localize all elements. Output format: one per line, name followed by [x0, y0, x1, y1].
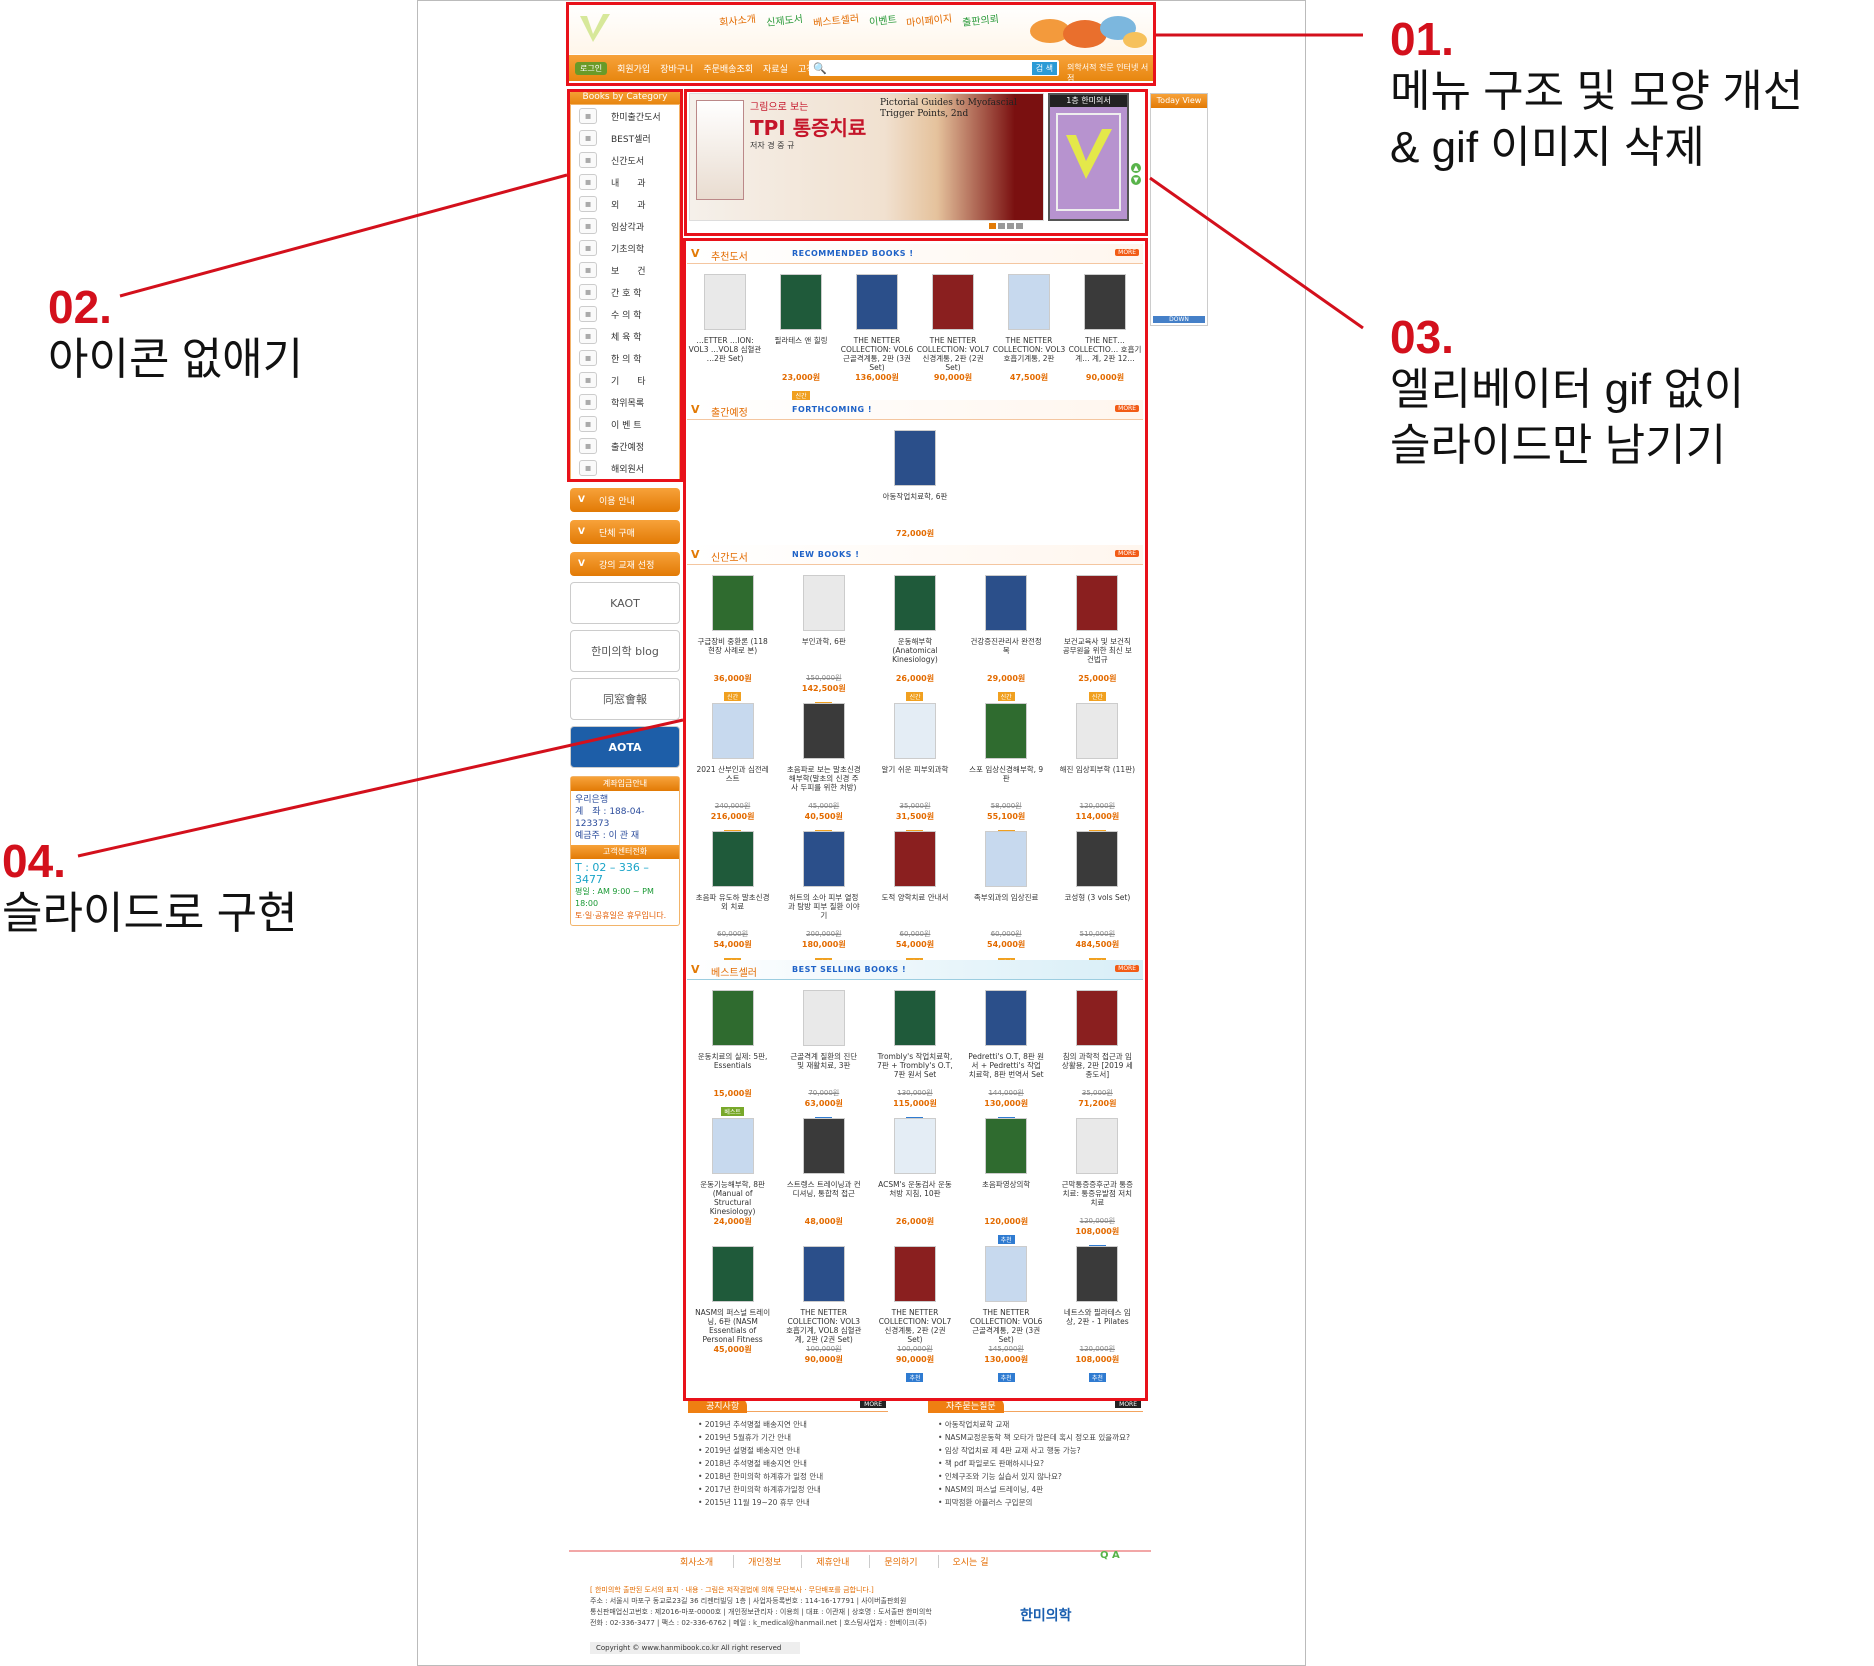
annotation-text: 엘리베이터 gif 없이	[1390, 365, 1745, 414]
annotation-text: 메뉴 구조 및 모양 개선	[1390, 67, 1804, 116]
annotation-02: 02. 아이콘 없애기	[48, 282, 303, 388]
annotation-number: 03.	[1390, 311, 1454, 363]
annotation-text: 슬라이드만 남기기	[1390, 421, 1727, 470]
annotation-text: 슬라이드로 구현	[2, 889, 298, 938]
annotated-screenshot: 회사소개 신제도서 베스트셀러 이벤트 마이페이지 출판의뢰 로그인 회원가입 …	[0, 0, 1874, 1666]
annotation-line-03	[1149, 176, 1364, 330]
annotation-03: 03. 엘리베이터 gif 없이 슬라이드만 남기기	[1390, 312, 1744, 474]
annotation-text: & gif 이미지 삭제	[1390, 123, 1705, 172]
annotation-01: 01. 메뉴 구조 및 모양 개선 & gif 이미지 삭제	[1390, 14, 1803, 176]
annotation-lines	[77, 33, 1364, 858]
annotation-text: 아이콘 없애기	[48, 335, 304, 384]
annotation-line-02	[119, 173, 568, 298]
annotation-number: 01.	[1390, 13, 1454, 65]
annotation-04: 04. 슬라이드로 구현	[2, 836, 298, 942]
annotation-number: 04.	[2, 835, 66, 887]
annotation-number: 02.	[48, 281, 112, 333]
